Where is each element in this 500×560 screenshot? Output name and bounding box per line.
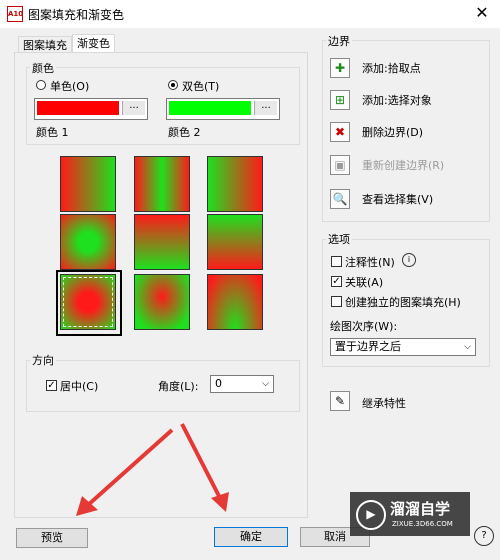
watermark-title: 溜溜自学 [390,500,451,518]
play-icon: ▶ [356,500,386,530]
arrow-to-preview [86,428,174,507]
preview-button[interactable]: 预览 [16,528,88,548]
annotation-arrows [76,423,229,516]
watermark-url: ZIXUE.3D66.COM [392,520,453,528]
arrow-to-ok [180,423,222,499]
help-icon[interactable]: ? [474,526,494,546]
arrow-head-ok [211,492,229,512]
ok-button[interactable]: 确定 [214,527,288,547]
watermark: ▶ 溜溜自学 ZIXUE.3D66.COM [350,492,470,536]
